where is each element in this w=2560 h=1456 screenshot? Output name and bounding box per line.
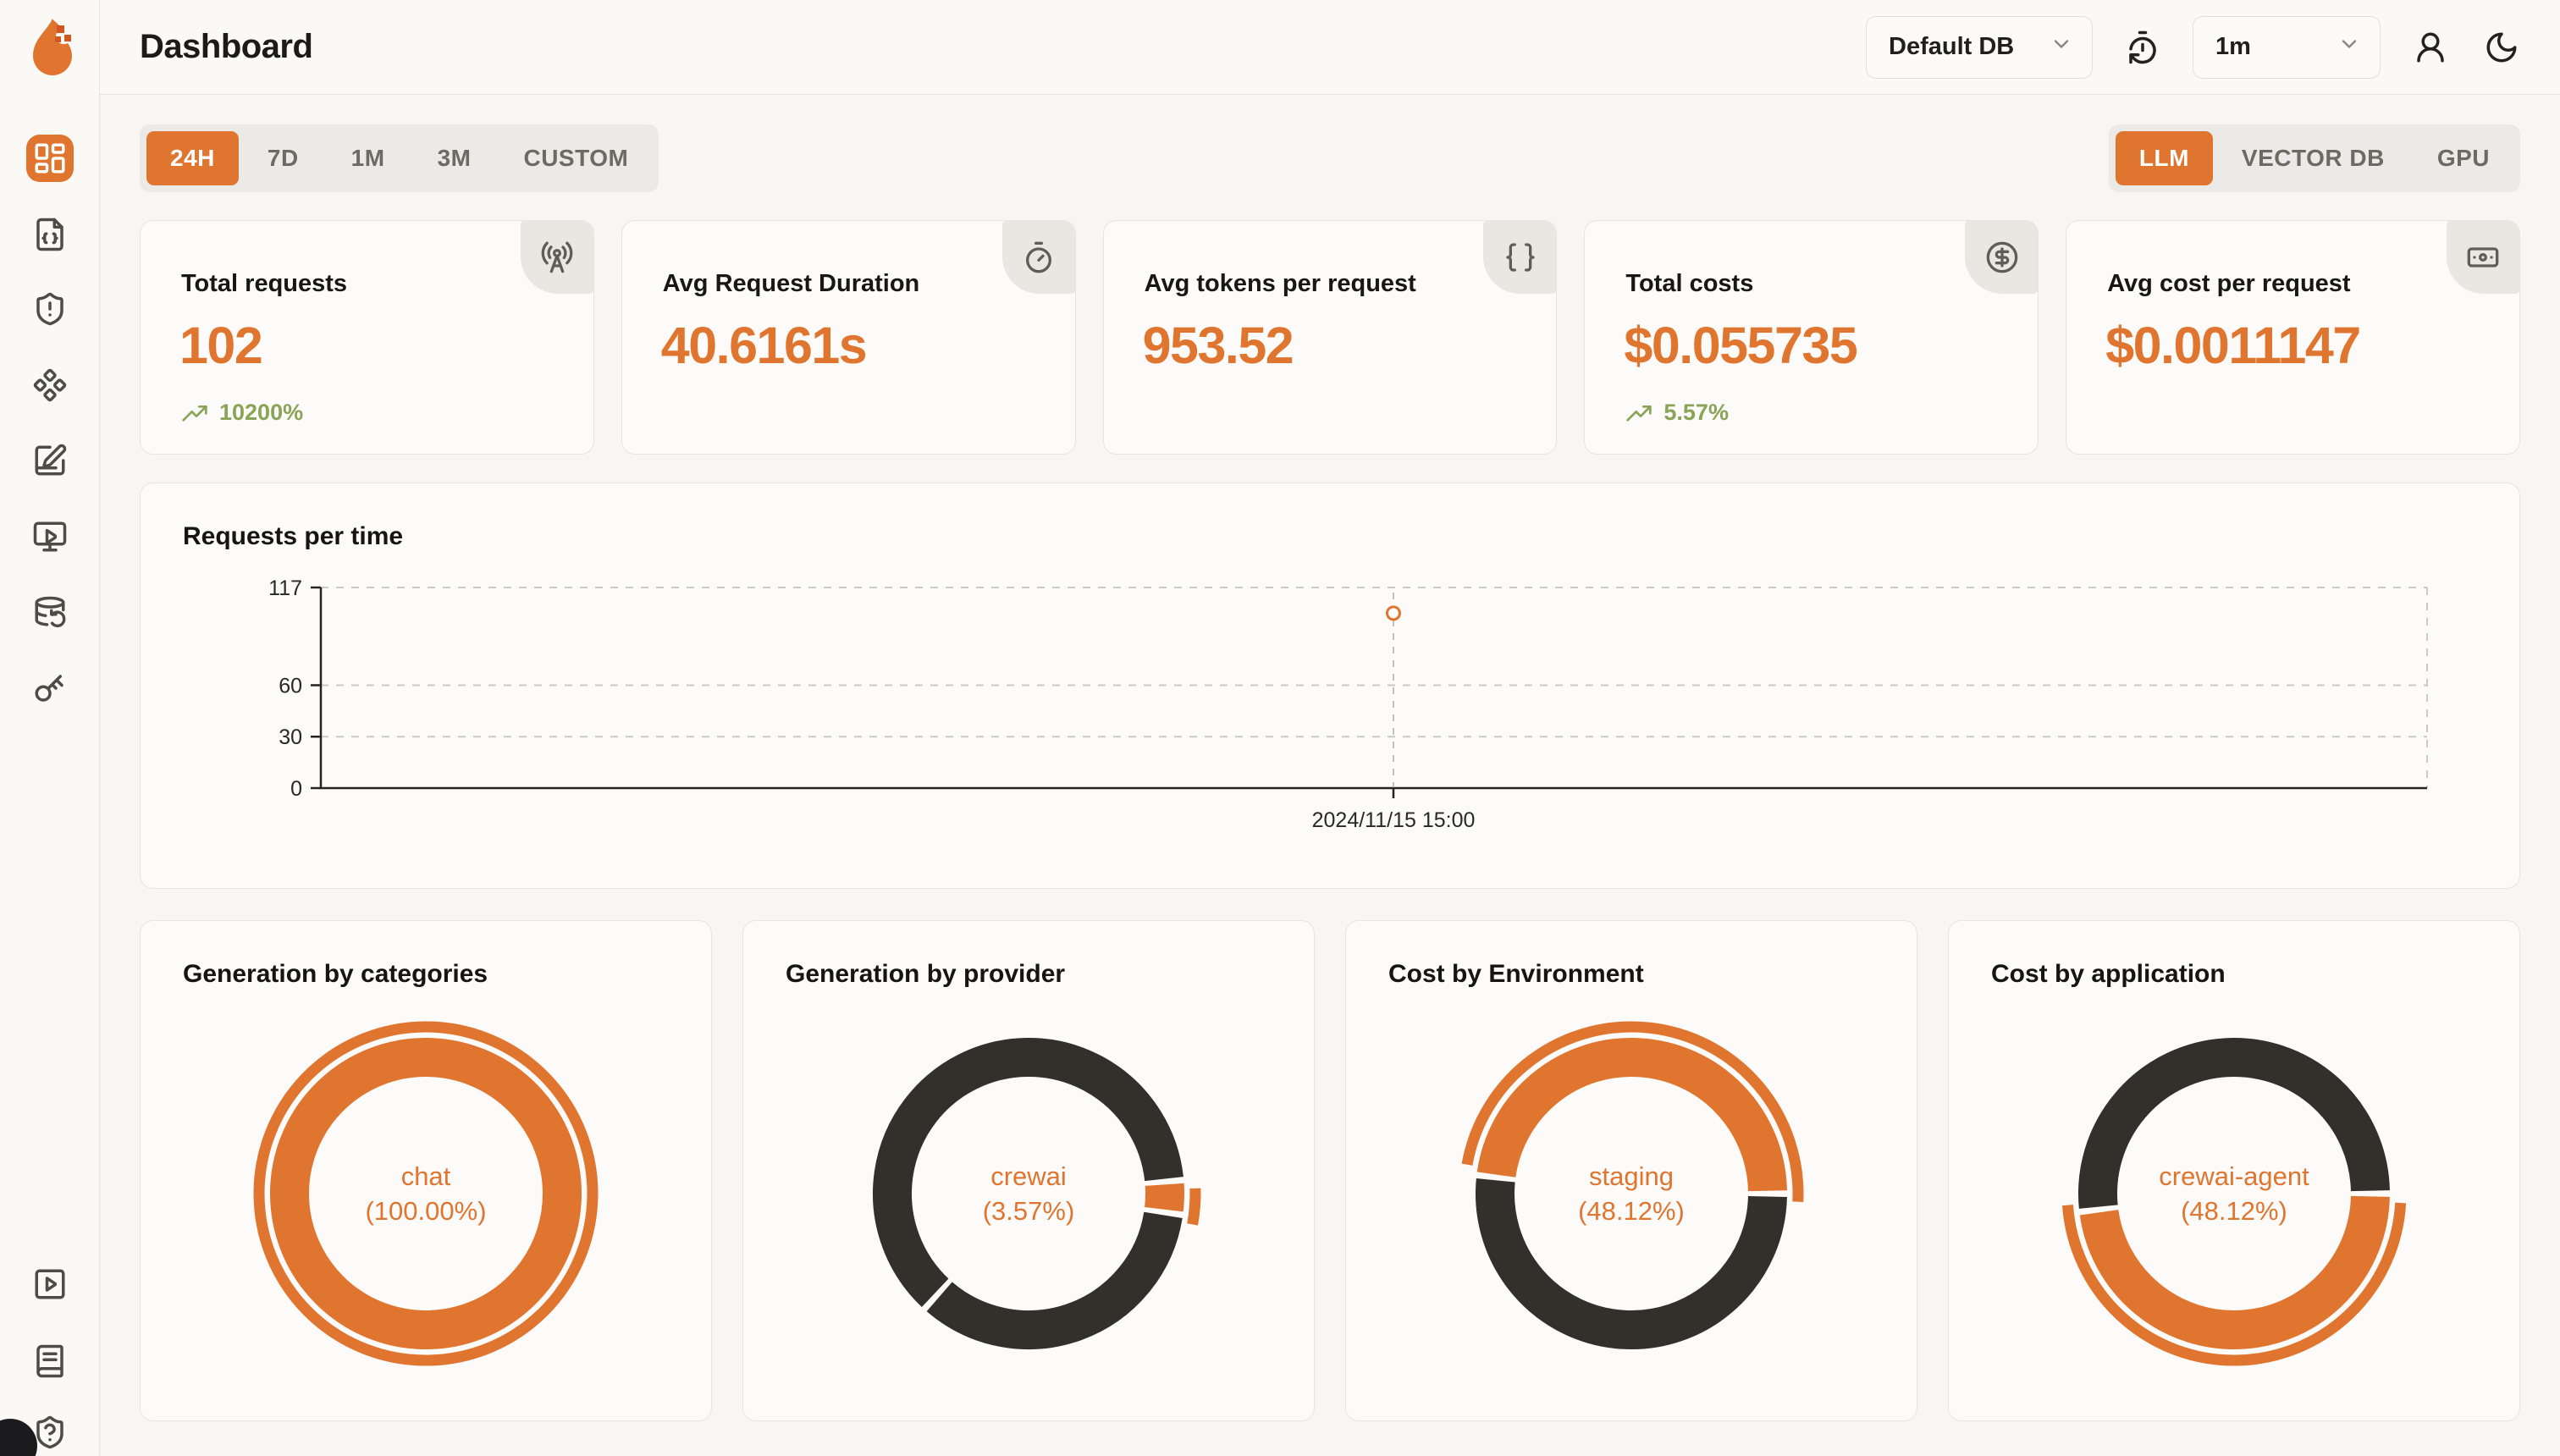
- svg-text:117: 117: [268, 576, 302, 600]
- tab-gpu[interactable]: GPU: [2414, 131, 2513, 185]
- sidebar-item-api-keys[interactable]: [26, 665, 74, 712]
- chevron-down-icon: [2337, 32, 2361, 63]
- sidebar: [0, 0, 100, 1456]
- donut-chart-environment: [1454, 1016, 1809, 1371]
- sidebar-item-vault[interactable]: [26, 361, 74, 409]
- shield-alert-icon: [32, 291, 68, 327]
- sidebar-item-exceptions[interactable]: [26, 285, 74, 333]
- tab-3m[interactable]: 3M: [414, 131, 495, 185]
- chart-title: Cost by application: [1991, 960, 2226, 989]
- user-icon: [2413, 30, 2448, 65]
- stat-trend: 5.57%: [1625, 399, 1729, 426]
- stat-card-total-requests: Total requests 102 10200%: [140, 220, 594, 455]
- trending-up-icon: [1625, 399, 1652, 426]
- svg-text:30: 30: [279, 725, 302, 749]
- shield-question-icon: [32, 1415, 68, 1450]
- database-backup-icon: [32, 595, 68, 631]
- donut-chart-application: [2056, 1016, 2412, 1371]
- database-select-value: Default DB: [1889, 33, 2014, 61]
- tab-custom[interactable]: CUSTOM: [499, 131, 652, 185]
- svg-text:60: 60: [279, 674, 302, 698]
- sidebar-item-getting-started[interactable]: [26, 1260, 74, 1308]
- file-code-icon: [32, 217, 68, 252]
- stat-label: Avg cost per request: [2107, 270, 2350, 298]
- stat-label: Total requests: [181, 270, 347, 298]
- tab-vector-db[interactable]: VECTOR DB: [2218, 131, 2408, 185]
- stat-value: 40.6161s: [661, 316, 866, 375]
- interval-select-value: 1m: [2215, 33, 2251, 61]
- timer-icon: [1002, 220, 1076, 294]
- requests-per-time-card: Requests per time 030601172024/11/15 15:…: [140, 483, 2520, 889]
- component-icon: [32, 367, 68, 403]
- main-content: 24H 7D 1M 3M CUSTOM LLM VECTOR DB GPU To…: [100, 95, 2560, 1447]
- chart-title: Cost by Environment: [1388, 960, 1644, 989]
- donut-card-categories: Generation by categories chat(100.00%): [140, 920, 712, 1421]
- database-select[interactable]: Default DB: [1866, 16, 2093, 79]
- chart-title: Generation by categories: [183, 960, 488, 989]
- stat-value: $0.0011147: [2105, 316, 2360, 375]
- key-icon: [32, 670, 68, 706]
- moon-icon: [2484, 30, 2519, 65]
- trending-up-icon: [181, 399, 208, 426]
- refresh-timer-button[interactable]: [2121, 26, 2164, 69]
- tab-llm[interactable]: LLM: [2116, 131, 2213, 185]
- svg-text:2024/11/15 15:00: 2024/11/15 15:00: [1312, 808, 1476, 832]
- sidebar-item-prompts[interactable]: [26, 437, 74, 484]
- tab-7d[interactable]: 7D: [244, 131, 323, 185]
- mode-tabs: LLM VECTOR DB GPU: [2109, 124, 2520, 192]
- stat-cards-row: Total requests 102 10200% Avg Request Du…: [140, 220, 2520, 455]
- interval-select[interactable]: 1m: [2193, 16, 2381, 79]
- stat-card-avg-cost: Avg cost per request $0.0011147: [2066, 220, 2520, 455]
- square-play-icon: [32, 1266, 68, 1302]
- chart-title: Generation by provider: [786, 960, 1065, 989]
- radio-tower-icon: [521, 220, 594, 294]
- donut-cards-row: Generation by categories chat(100.00%) G…: [140, 920, 2520, 1421]
- stat-value: 953.52: [1143, 316, 1294, 375]
- sidebar-item-documentation[interactable]: [26, 1337, 74, 1385]
- stat-trend: 10200%: [181, 399, 303, 426]
- donut-card-provider: Generation by provider crewai(3.57%): [742, 920, 1315, 1421]
- tab-24h[interactable]: 24H: [146, 131, 239, 185]
- stat-value: $0.055735: [1624, 316, 1857, 375]
- donut-chart-categories: [248, 1016, 604, 1371]
- stat-card-avg-tokens: Avg tokens per request 953.52: [1103, 220, 1558, 455]
- app-logo-flame-icon: [19, 14, 80, 81]
- stat-card-total-costs: Total costs $0.055735 5.57%: [1584, 220, 2039, 455]
- donut-card-application: Cost by application crewai-agent(48.12%): [1948, 920, 2520, 1421]
- stat-card-avg-duration: Avg Request Duration 40.6161s: [621, 220, 1076, 455]
- page-title: Dashboard: [140, 28, 312, 66]
- time-range-tabs: 24H 7D 1M 3M CUSTOM: [140, 124, 659, 192]
- monitor-play-icon: [32, 519, 68, 554]
- timer-reset-icon: [2125, 30, 2160, 65]
- tab-1m[interactable]: 1M: [328, 131, 409, 185]
- circle-dollar-icon: [1965, 220, 2039, 294]
- dark-mode-toggle[interactable]: [2480, 26, 2523, 69]
- sidebar-item-databases[interactable]: [26, 589, 74, 637]
- profile-button[interactable]: [2409, 26, 2452, 69]
- sidebar-item-dashboard[interactable]: [26, 135, 74, 182]
- banknote-icon: [2447, 220, 2520, 294]
- book-text-icon: [32, 1343, 68, 1379]
- chevron-down-icon: [2050, 32, 2073, 63]
- donut-chart-provider: [851, 1016, 1206, 1371]
- requests-line-chart: 0 30 60 117 2024/11/15 15:00: [141, 483, 2521, 890]
- stat-value: 102: [179, 316, 262, 375]
- square-pen-icon: [32, 443, 68, 478]
- stat-label: Total costs: [1625, 270, 1753, 298]
- braces-icon: [1483, 220, 1557, 294]
- stat-label: Avg tokens per request: [1145, 270, 1416, 298]
- topbar: Dashboard Default DB 1m: [100, 0, 2560, 95]
- sidebar-item-playground[interactable]: [26, 513, 74, 560]
- layout-dashboard-icon: [32, 141, 68, 176]
- sidebar-item-requests[interactable]: [26, 211, 74, 258]
- donut-card-environment: Cost by Environment staging(48.12%): [1345, 920, 1917, 1421]
- svg-text:0: 0: [290, 777, 302, 801]
- stat-label: Avg Request Duration: [663, 270, 919, 298]
